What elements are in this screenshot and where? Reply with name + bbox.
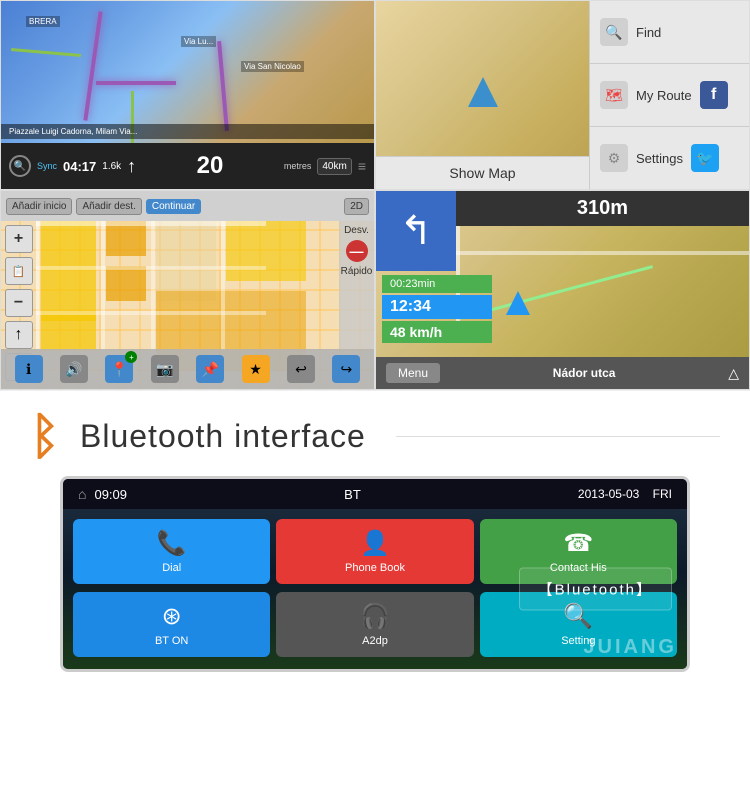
settings-button[interactable]: ⚙ Settings 🐦	[590, 127, 749, 189]
home-icon: ⌂	[78, 486, 86, 502]
map-bottom-icons: ℹ 🔊 📍+ 📷 📌 ★ ↩ ↪	[1, 349, 374, 389]
info-icon[interactable]: ℹ	[15, 355, 43, 383]
settings-label: Settings	[636, 151, 683, 166]
gps-menu-buttons: 🔍 Find 🗺 My Route f ⚙ Settings 🐦	[589, 1, 749, 189]
time-unit: 1.6k	[102, 161, 121, 172]
arrow-up-btn[interactable]: ↑	[5, 321, 33, 349]
nav-cell-route: BRERA Via Lu... Via San Nicolao 🔍 Sync 0…	[0, 0, 375, 190]
route-icon: 🗺	[600, 81, 628, 109]
zoom-out-btn[interactable]: −	[5, 289, 33, 317]
forward-arrow-icon[interactable]: ↪	[332, 355, 360, 383]
bt-status-bar: ⌂ 09:09 BT 2013-05-03 FRI	[63, 479, 687, 509]
map-mode-btn[interactable]: 2D	[344, 198, 369, 215]
bt-phone-container: ⌂ 09:09 BT 2013-05-03 FRI 📞 Dial 👤 Phon	[60, 476, 690, 672]
map-right-panel: Desv. — Rápido	[339, 221, 374, 349]
bt-on-label: BT ON	[155, 635, 188, 647]
map-page-icon: 📋	[5, 257, 33, 285]
nav-time: 04:17	[63, 159, 96, 174]
camera-icon[interactable]: 📷	[151, 355, 179, 383]
a2dp-button[interactable]: 🎧 A2dp	[276, 592, 473, 657]
status-date: 2013-05-03	[578, 487, 639, 501]
map-toolbar: Añadir inicio Añadir dest. Continuar 2D	[1, 191, 374, 221]
bluetooth-panel-label: 【Bluetooth】	[519, 568, 672, 611]
speed-badge: 40km	[317, 158, 351, 175]
no-entry-icon: —	[346, 240, 368, 262]
location-icon[interactable]: 📍+	[105, 355, 133, 383]
pin-icon[interactable]: 📌	[196, 355, 224, 383]
nav-cell-gps-menu: Show Map 🔍 Find 🗺 My Route f ⚙ Settings …	[375, 0, 750, 190]
bt-status-left: ⌂ 09:09	[78, 486, 127, 502]
settings-icon: ⚙	[600, 144, 628, 172]
back-arrow-icon[interactable]: ↩	[287, 355, 315, 383]
sync-label: Sync	[37, 161, 57, 171]
search-icon: 🔍	[9, 155, 31, 177]
status-time: 09:09	[94, 487, 127, 502]
bluetooth-title: Bluetooth interface	[80, 418, 366, 455]
nav-cell-street-map: Añadir inicio Añadir dest. Continuar 2D …	[0, 190, 375, 390]
arrival-time: 12:34	[382, 295, 492, 319]
turn-arrow-box: ↰	[376, 191, 456, 271]
distance-unit: metres	[284, 161, 312, 171]
a2dp-label: A2dp	[362, 635, 388, 647]
dial-button[interactable]: 📞 Dial	[73, 519, 270, 584]
contact-history-icon: ☎	[563, 529, 593, 558]
status-bt-label: BT	[344, 487, 361, 502]
phone-book-icon: 👤	[360, 529, 390, 558]
turn-arrow-symbol: ↰	[399, 208, 433, 254]
watermark: JUIANG	[583, 636, 677, 659]
find-icon: 🔍	[600, 18, 628, 46]
phone-book-label: Phone Book	[345, 562, 405, 574]
add-dest-btn[interactable]: Añadir dest.	[76, 198, 141, 215]
gps-map-preview: Show Map	[376, 1, 589, 189]
twitter-icon: 🐦	[691, 144, 719, 172]
facebook-icon: f	[700, 81, 728, 109]
dial-label: Dial	[162, 562, 181, 574]
turn-info-box: 00:23min 12:34 48 km/h	[376, 271, 749, 347]
bluetooth-symbol-icon: ᛒ	[30, 411, 60, 461]
bt-on-icon: ⊛	[162, 602, 182, 631]
zoom-in-btn[interactable]: +	[5, 225, 33, 253]
status-date-day: 2013-05-03 FRI	[578, 487, 672, 501]
dial-icon: 📞	[157, 529, 187, 558]
bt-phone-wrapper: ⌂ 09:09 BT 2013-05-03 FRI 📞 Dial 👤 Phon	[0, 476, 750, 682]
street-bottom-label: Piazzale Luigi Cadorna, Milam Via...	[1, 124, 374, 139]
turn-bottom-bar: Menu Nádor utca △	[376, 357, 749, 389]
desv-label: Desv.	[344, 225, 369, 236]
street-label-3: Via San Nicolao	[241, 61, 304, 72]
arrow-icon: ↑	[127, 156, 136, 177]
star-icon[interactable]: ★	[242, 355, 270, 383]
street-label-2: Via Lu...	[181, 36, 216, 47]
sound-icon[interactable]: 🔊	[60, 355, 88, 383]
current-speed: 48 km/h	[382, 321, 492, 343]
bottom-chevron-icon: △	[728, 365, 739, 382]
my-route-button[interactable]: 🗺 My Route f	[590, 64, 749, 127]
menu-lines-icon: ≡	[358, 158, 366, 174]
distance-display: 20	[142, 152, 278, 180]
route-label: My Route	[636, 88, 692, 103]
nav-grid: BRERA Via Lu... Via San Nicolao 🔍 Sync 0…	[0, 0, 750, 390]
bottom-street-name: Nádor utca	[553, 366, 616, 380]
show-map-label[interactable]: Show Map	[376, 156, 589, 189]
nav-status-bar: 🔍 Sync 04:17 1.6k ↑ 20 metres 40km ≡	[1, 143, 374, 189]
divider-line	[396, 436, 720, 437]
add-start-btn[interactable]: Añadir inicio	[6, 198, 72, 215]
menu-button[interactable]: Menu	[386, 363, 440, 383]
status-day: FRI	[653, 487, 672, 501]
rapid-label: Rápido	[341, 266, 373, 277]
street-label-1: BRERA	[26, 16, 60, 27]
find-button[interactable]: 🔍 Find	[590, 1, 749, 64]
continue-btn[interactable]: Continuar	[146, 199, 201, 214]
phone-book-button[interactable]: 👤 Phone Book	[276, 519, 473, 584]
a2dp-icon: 🎧	[360, 602, 390, 631]
turn-distance: 310m	[456, 191, 749, 226]
bt-on-button[interactable]: ⊛ BT ON	[73, 592, 270, 657]
find-label: Find	[636, 25, 661, 40]
time-remaining: 00:23min	[382, 275, 492, 293]
bluetooth-section-header: ᛒ Bluetooth interface	[0, 390, 750, 476]
gps-arrow-icon	[468, 77, 498, 107]
bt-main-area: 📞 Dial 👤 Phone Book ☎ Contact His ⊛ BT O…	[63, 509, 687, 669]
nav-cell-turn-by-turn: József Attila utca ↰ 310m 00:23min 12:34…	[375, 190, 750, 390]
